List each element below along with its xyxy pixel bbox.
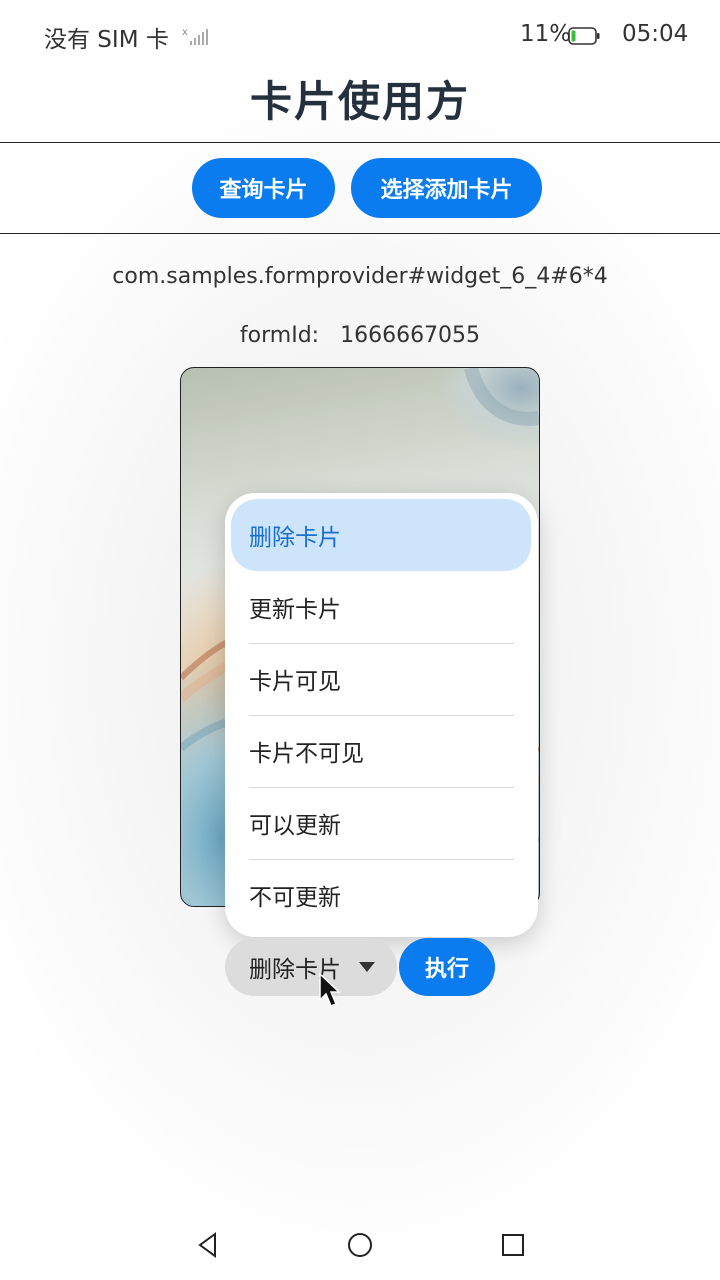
clock-time: 05:04	[622, 21, 689, 47]
actions-divider	[0, 233, 720, 234]
form-name-text: com.samples.formprovider#widget_6_4#6*4	[112, 264, 608, 289]
menu-item-can-update[interactable]: 可以更新	[231, 787, 531, 859]
menu-item-card-visible[interactable]: 卡片可见	[231, 643, 531, 715]
action-dropdown-menu: 删除卡片 更新卡片 卡片可见 卡片不可见 可以更新 不可更新	[225, 493, 538, 937]
header-divider	[0, 142, 720, 143]
battery-percentage: 11%	[520, 21, 572, 47]
page-header: 卡片使用方	[0, 72, 720, 142]
form-id-value: 1666667055	[340, 323, 481, 348]
mouse-cursor-icon	[319, 973, 341, 1007]
system-navigation-bar	[0, 1216, 720, 1272]
battery-icon	[568, 27, 600, 45]
query-card-button[interactable]: 查询卡片	[192, 158, 335, 218]
page-title: 卡片使用方	[249, 77, 470, 126]
home-icon[interactable]	[345, 1230, 375, 1260]
menu-item-cannot-update[interactable]: 不可更新	[231, 859, 531, 931]
form-id-line: formId: 1666667055	[0, 323, 720, 348]
menu-item-update-card[interactable]: 更新卡片	[231, 571, 531, 643]
recents-icon[interactable]	[498, 1230, 528, 1260]
status-bar: 没有 SIM 卡 x 11% 05:04	[0, 0, 720, 72]
signal-icon: x	[182, 27, 208, 45]
back-icon[interactable]	[193, 1230, 223, 1260]
form-id-label: formId:	[239, 323, 320, 348]
menu-item-delete-card[interactable]: 删除卡片	[231, 499, 531, 571]
action-select[interactable]: 删除卡片	[225, 938, 397, 996]
execute-button[interactable]: 执行	[399, 938, 495, 996]
chevron-down-icon	[359, 962, 375, 972]
select-add-card-button[interactable]: 选择添加卡片	[351, 158, 542, 218]
sim-status-text: 没有 SIM 卡	[44, 27, 169, 53]
menu-item-card-invisible[interactable]: 卡片不可见	[231, 715, 531, 787]
svg-text:x: x	[182, 27, 188, 38]
